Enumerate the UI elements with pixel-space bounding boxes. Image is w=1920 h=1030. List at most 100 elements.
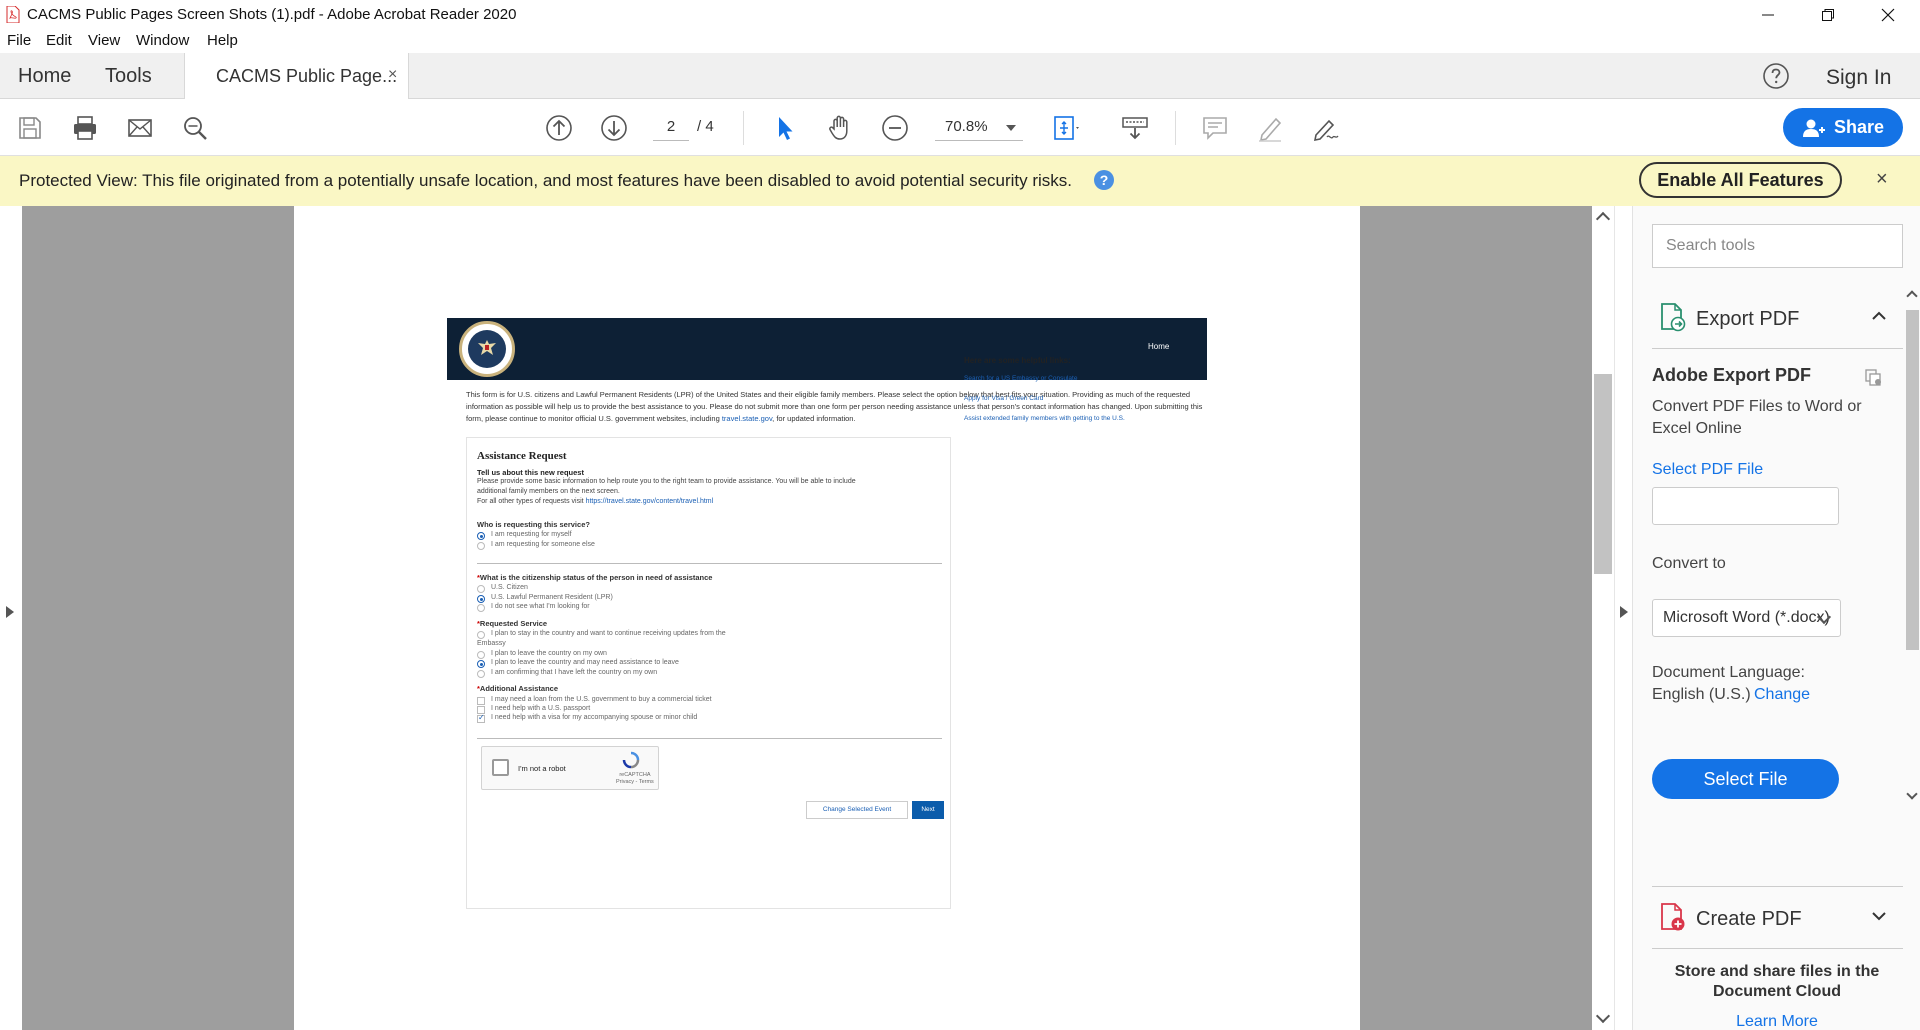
eagle-icon: [478, 340, 496, 355]
menu-bar: File Edit View Window Help: [0, 29, 1920, 53]
hand-icon: [829, 115, 848, 140]
menu-file[interactable]: File: [7, 32, 31, 49]
sign-button[interactable]: [1309, 112, 1341, 144]
right-panel-toggle[interactable]: [1614, 206, 1632, 1030]
document-viewport[interactable]: Home This form is for U.S. citizens and …: [22, 206, 1592, 1030]
radio-someone-else: [477, 542, 485, 550]
tab-tools[interactable]: Tools: [105, 65, 152, 88]
convert-format-select[interactable]: Microsoft Word (*.docx): [1652, 599, 1841, 637]
create-pdf-header[interactable]: Create PDF: [1652, 888, 1902, 948]
search-tools-input[interactable]: Search tools: [1652, 224, 1903, 268]
tab-home[interactable]: Home: [18, 65, 71, 88]
left-panel-toggle[interactable]: [0, 206, 22, 1030]
select-tool-button[interactable]: [769, 112, 801, 144]
document-language-value: English (U.S.): [1652, 686, 1751, 703]
selected-file-field[interactable]: [1652, 487, 1839, 525]
scroll-down-icon[interactable]: [1906, 788, 1918, 800]
zoom-dropdown-caret[interactable]: [1006, 125, 1016, 131]
select-file-button[interactable]: Select File: [1652, 759, 1839, 799]
find-button[interactable]: [179, 112, 211, 144]
minimize-icon: [1762, 14, 1774, 15]
form-separator: [477, 738, 942, 739]
hand-tool-button[interactable]: [824, 112, 856, 144]
option-someone-else: I am requesting for someone else: [491, 541, 595, 548]
save-button[interactable]: [14, 112, 46, 144]
export-pdf-icon: [1661, 303, 1686, 332]
page-fit-button[interactable]: [1050, 112, 1082, 144]
tab-close-button[interactable]: ×: [388, 66, 397, 84]
menu-view[interactable]: View: [88, 32, 120, 49]
tab-document[interactable]: CACMS Public Page... ×: [184, 53, 409, 99]
document-area: Home This form is for U.S. citizens and …: [0, 206, 1632, 1030]
chevron-down-icon[interactable]: [1871, 908, 1887, 924]
question-requester: Who is requesting this service?: [477, 520, 590, 529]
page-total: / 4: [697, 118, 714, 135]
helpful-links-heading: Here are some helpful links:: [964, 356, 1071, 365]
option-us-citizen: U.S. Citizen: [491, 584, 528, 591]
copy-icon[interactable]: [1863, 367, 1883, 387]
option-not-found: I do not see what I'm looking for: [491, 603, 590, 610]
menu-help[interactable]: Help: [207, 32, 238, 49]
pdf-page: Home This form is for U.S. citizens and …: [294, 206, 1360, 1030]
radio-leave-own: [477, 651, 485, 659]
share-button[interactable]: Share: [1783, 108, 1903, 147]
restore-button[interactable]: [1800, 0, 1856, 29]
zoom-out-icon: [882, 115, 908, 141]
title-bar: CACMS Public Pages Screen Shots (1).pdf …: [0, 0, 1920, 29]
comment-button[interactable]: [1199, 112, 1231, 144]
print-button[interactable]: [69, 112, 101, 144]
scroll-up-icon[interactable]: [1906, 290, 1918, 302]
helpful-link-family: Assist extended family members with gett…: [964, 415, 1125, 422]
create-pdf-icon: [1661, 903, 1685, 931]
change-language-link[interactable]: Change: [1754, 686, 1810, 704]
intro-tail: , for updated information.: [772, 414, 856, 423]
radio-leave-assist: [477, 660, 485, 668]
document-scrollbar[interactable]: [1592, 206, 1614, 1030]
help-icon[interactable]: [1762, 62, 1790, 90]
site-nav-home: Home: [1148, 342, 1170, 351]
radio-us-citizen: [477, 585, 485, 593]
tools-pane-scrollbar[interactable]: [1904, 288, 1920, 1030]
info-icon[interactable]: ?: [1094, 170, 1114, 190]
tools-pane: Search tools Export PDF Adobe Export PDF…: [1632, 206, 1920, 1030]
checkbox-visa: [477, 713, 485, 723]
highlight-button[interactable]: [1254, 112, 1286, 144]
intro-link: travel.state.gov: [721, 414, 773, 423]
email-button[interactable]: [124, 112, 156, 144]
tab-document-label: CACMS Public Page...: [216, 66, 398, 86]
form-desc-2: additional family members on the next sc…: [477, 488, 620, 495]
enable-all-features-button[interactable]: Enable All Features: [1639, 162, 1842, 198]
menu-edit[interactable]: Edit: [46, 32, 72, 49]
tab-bar: Home Tools CACMS Public Page... × Sign I…: [0, 53, 1920, 99]
recaptcha-label: I'm not a robot: [518, 764, 566, 773]
window-title: CACMS Public Pages Screen Shots (1).pdf …: [27, 6, 517, 23]
scroll-down-icon[interactable]: [1595, 1008, 1611, 1024]
form-title: Assistance Request: [477, 450, 567, 462]
minimize-button[interactable]: [1740, 0, 1796, 29]
scroll-up-icon[interactable]: [1595, 211, 1611, 227]
panel-divider: [1652, 948, 1903, 949]
question-requested-service: *Requested Service: [477, 619, 548, 628]
banner-close-button[interactable]: ×: [1876, 168, 1888, 191]
radio-stay: [477, 631, 485, 639]
menu-window[interactable]: Window: [136, 32, 189, 49]
page-number-input[interactable]: 2: [653, 113, 689, 141]
scroll-thumb[interactable]: [1594, 374, 1612, 574]
sign-in-link[interactable]: Sign In: [1826, 66, 1891, 90]
form-desc-3-link: https://travel.state.gov/content/travel.…: [585, 498, 714, 505]
zoom-out-button[interactable]: [879, 112, 911, 144]
learn-more-link[interactable]: Learn More: [1652, 1013, 1902, 1030]
export-pdf-header[interactable]: Export PDF: [1652, 288, 1902, 348]
printer-icon: [74, 116, 96, 140]
close-window-button[interactable]: [1860, 0, 1916, 29]
chevron-up-icon[interactable]: [1871, 308, 1887, 324]
select-pdf-file-link[interactable]: Select PDF File: [1652, 461, 1763, 479]
scroll-thumb[interactable]: [1906, 310, 1919, 650]
option-lpr: U.S. Lawful Permanent Resident (LPR): [491, 594, 613, 601]
form-desc-3: For all other types of requests visit ht…: [477, 498, 713, 505]
previous-page-button[interactable]: [543, 112, 575, 144]
scroll-mode-button[interactable]: [1119, 112, 1151, 144]
next-page-button[interactable]: [598, 112, 630, 144]
state-department-seal: [459, 321, 515, 377]
export-pdf-title: Export PDF: [1696, 308, 1800, 330]
